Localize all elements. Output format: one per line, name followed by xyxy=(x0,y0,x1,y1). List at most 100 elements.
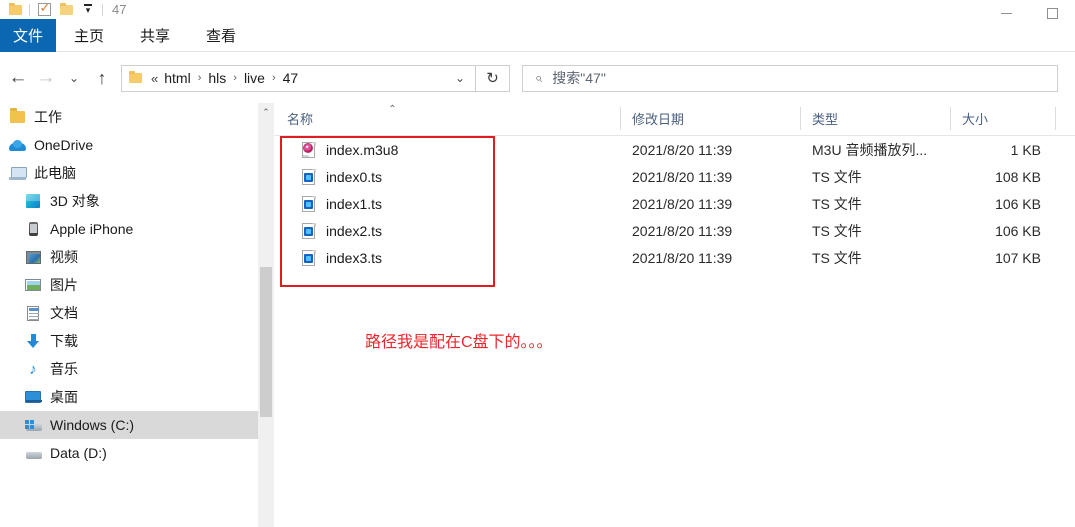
sidebar-item-data-d[interactable]: Data (D:) xyxy=(0,439,258,467)
sidebar-item-label: 音乐 xyxy=(50,361,78,377)
windows-drive-icon xyxy=(24,416,42,434)
column-header-size-label: 大小 xyxy=(962,112,989,127)
file-type-cell: TS 文件 xyxy=(812,249,862,266)
sidebar-item-label: 文档 xyxy=(50,305,78,321)
cloud-icon xyxy=(8,136,26,154)
column-header-type[interactable]: 类型 xyxy=(800,102,950,135)
sidebar-item-apple-iphone[interactable]: Apple iPhone xyxy=(0,215,258,243)
table-row[interactable]: index0.ts 2021/8/20 11:39 TS 文件 108 KB xyxy=(275,163,1075,190)
sidebar-item-label: 3D 对象 xyxy=(50,193,100,209)
tab-home[interactable]: 主页 xyxy=(56,19,122,52)
address-bar[interactable]: « html › hls › live › 47 ⌄ xyxy=(121,64,476,92)
pictures-icon xyxy=(24,276,42,294)
sidebar-item-label: 图片 xyxy=(50,277,78,293)
sidebar-item-desktop[interactable]: 桌面 xyxy=(0,383,258,411)
minimize-button[interactable] xyxy=(983,0,1029,19)
breadcrumb-item-html[interactable]: html xyxy=(161,70,193,86)
file-name-cell[interactable]: index2.ts xyxy=(275,222,620,240)
properties-checkbox-icon[interactable] xyxy=(33,0,55,19)
folder-icon[interactable] xyxy=(4,0,26,19)
search-icon: ⌕ xyxy=(535,70,543,85)
sidebar-item-label: 下载 xyxy=(50,333,78,349)
column-headers: 名称 ⌃ 修改日期 类型 大小 xyxy=(275,103,1075,136)
sidebar-item-this-pc[interactable]: 此电脑 xyxy=(0,159,258,187)
table-row[interactable]: index1.ts 2021/8/20 11:39 TS 文件 106 KB xyxy=(275,190,1075,217)
sidebar-item-videos[interactable]: 视频 xyxy=(0,243,258,271)
navigation-pane-scrollbar[interactable]: ⌃ xyxy=(258,103,274,527)
column-header-date[interactable]: 修改日期 xyxy=(620,102,800,135)
table-row[interactable]: index3.ts 2021/8/20 11:39 TS 文件 107 KB xyxy=(275,244,1075,271)
documents-icon xyxy=(24,304,42,322)
file-type-cell: TS 文件 xyxy=(812,222,862,239)
sidebar-item-onedrive[interactable]: OneDrive xyxy=(0,131,258,159)
sidebar-item-music[interactable]: ♪ 音乐 xyxy=(0,355,258,383)
table-row[interactable]: index2.ts 2021/8/20 11:39 TS 文件 106 KB xyxy=(275,217,1075,244)
file-name-cell[interactable]: index1.ts xyxy=(275,195,620,213)
sidebar-item-documents[interactable]: 文档 xyxy=(0,299,258,327)
ts-file-icon xyxy=(301,249,317,267)
sidebar-item-downloads[interactable]: 下载 xyxy=(0,327,258,355)
file-name-label: index0.ts xyxy=(326,168,383,185)
column-header-name-label: 名称 xyxy=(287,112,314,127)
sidebar-item-label: OneDrive xyxy=(34,137,94,153)
file-type-cell: TS 文件 xyxy=(812,168,862,185)
downloads-icon xyxy=(24,332,42,350)
table-row[interactable]: M3U index.m3u8 2021/8/20 11:39 M3U 音频播放列… xyxy=(275,136,1075,163)
scroll-up-arrow-icon[interactable]: ⌃ xyxy=(258,103,274,121)
breadcrumb-separator-2[interactable]: › xyxy=(229,72,241,84)
maximize-button[interactable] xyxy=(1029,0,1075,19)
ribbon-tabs: 文件 主页 共享 查看 xyxy=(0,19,1075,52)
sidebar-item-windows-c[interactable]: Windows (C:) xyxy=(0,411,258,439)
breadcrumb: « html › hls › live › 47 xyxy=(148,70,445,86)
customize-dropdown-icon[interactable]: ▾ xyxy=(77,0,99,19)
up-button[interactable]: ↑ xyxy=(88,62,116,94)
breadcrumb-item-live[interactable]: live xyxy=(241,70,268,86)
quick-access-toolbar: ▾ xyxy=(0,0,106,19)
sidebar-item-3d-objects[interactable]: 3D 对象 xyxy=(0,187,258,215)
sidebar-item-pictures[interactable]: 图片 xyxy=(0,271,258,299)
file-name-cell[interactable]: index0.ts xyxy=(275,168,620,186)
file-date-cell: 2021/8/20 11:39 xyxy=(632,168,733,185)
breadcrumb-overflow[interactable]: « xyxy=(148,71,161,86)
new-folder-icon[interactable] xyxy=(55,0,77,19)
sidebar-item-work[interactable]: 工作 xyxy=(0,103,258,131)
file-size-cell: 106 KB xyxy=(995,195,1041,212)
navigation-bar: ← → ⌄ ↑ « html › hls › live › 47 ⌄ ↻ ⌕ 搜… xyxy=(0,53,1075,103)
breadcrumb-separator-1[interactable]: › xyxy=(194,72,206,84)
sidebar-item-label: Apple iPhone xyxy=(50,221,134,237)
back-button[interactable]: ← xyxy=(4,62,32,94)
address-folder-icon xyxy=(129,71,142,83)
file-type-cell: TS 文件 xyxy=(812,195,862,212)
refresh-button[interactable]: ↻ xyxy=(476,64,510,92)
3d-objects-icon xyxy=(24,192,42,210)
forward-button: → xyxy=(36,67,56,88)
file-name-label: index.m3u8 xyxy=(326,141,399,158)
breadcrumb-item-hls[interactable]: hls xyxy=(205,70,229,86)
chevron-down-icon[interactable]: ⌄ xyxy=(445,71,475,85)
file-name-cell[interactable]: index3.ts xyxy=(275,249,620,267)
videos-icon xyxy=(24,248,42,266)
scrollbar-thumb[interactable] xyxy=(260,267,272,417)
file-list-pane: 名称 ⌃ 修改日期 类型 大小 M3U index.m3u8 2021/8/20… xyxy=(275,103,1075,527)
recent-locations-button[interactable]: ⌄ xyxy=(60,62,88,94)
file-size-cell: 107 KB xyxy=(995,249,1041,266)
column-header-name[interactable]: 名称 ⌃ xyxy=(275,102,620,135)
window-title: 47 xyxy=(112,2,127,17)
column-header-size[interactable]: 大小 xyxy=(950,102,1055,135)
window-controls xyxy=(983,0,1075,19)
tab-view[interactable]: 查看 xyxy=(188,19,254,52)
file-date-cell: 2021/8/20 11:39 xyxy=(632,195,733,212)
file-date-cell: 2021/8/20 11:39 xyxy=(632,249,733,266)
search-input[interactable]: 搜索"47" xyxy=(552,68,606,88)
tab-share[interactable]: 共享 xyxy=(122,19,188,52)
breadcrumb-separator-3[interactable]: › xyxy=(268,72,280,84)
file-name-cell[interactable]: M3U index.m3u8 xyxy=(275,141,620,159)
sidebar-item-label: 此电脑 xyxy=(34,165,76,181)
breadcrumb-item-47[interactable]: 47 xyxy=(280,70,302,86)
sidebar-item-label: 桌面 xyxy=(50,389,78,405)
tab-file[interactable]: 文件 xyxy=(0,19,56,52)
sort-ascending-icon: ⌃ xyxy=(388,104,397,115)
toolbar-divider xyxy=(29,3,30,16)
search-box[interactable]: ⌕ 搜索"47" xyxy=(522,64,1058,92)
sidebar-item-label: Windows (C:) xyxy=(50,417,135,433)
